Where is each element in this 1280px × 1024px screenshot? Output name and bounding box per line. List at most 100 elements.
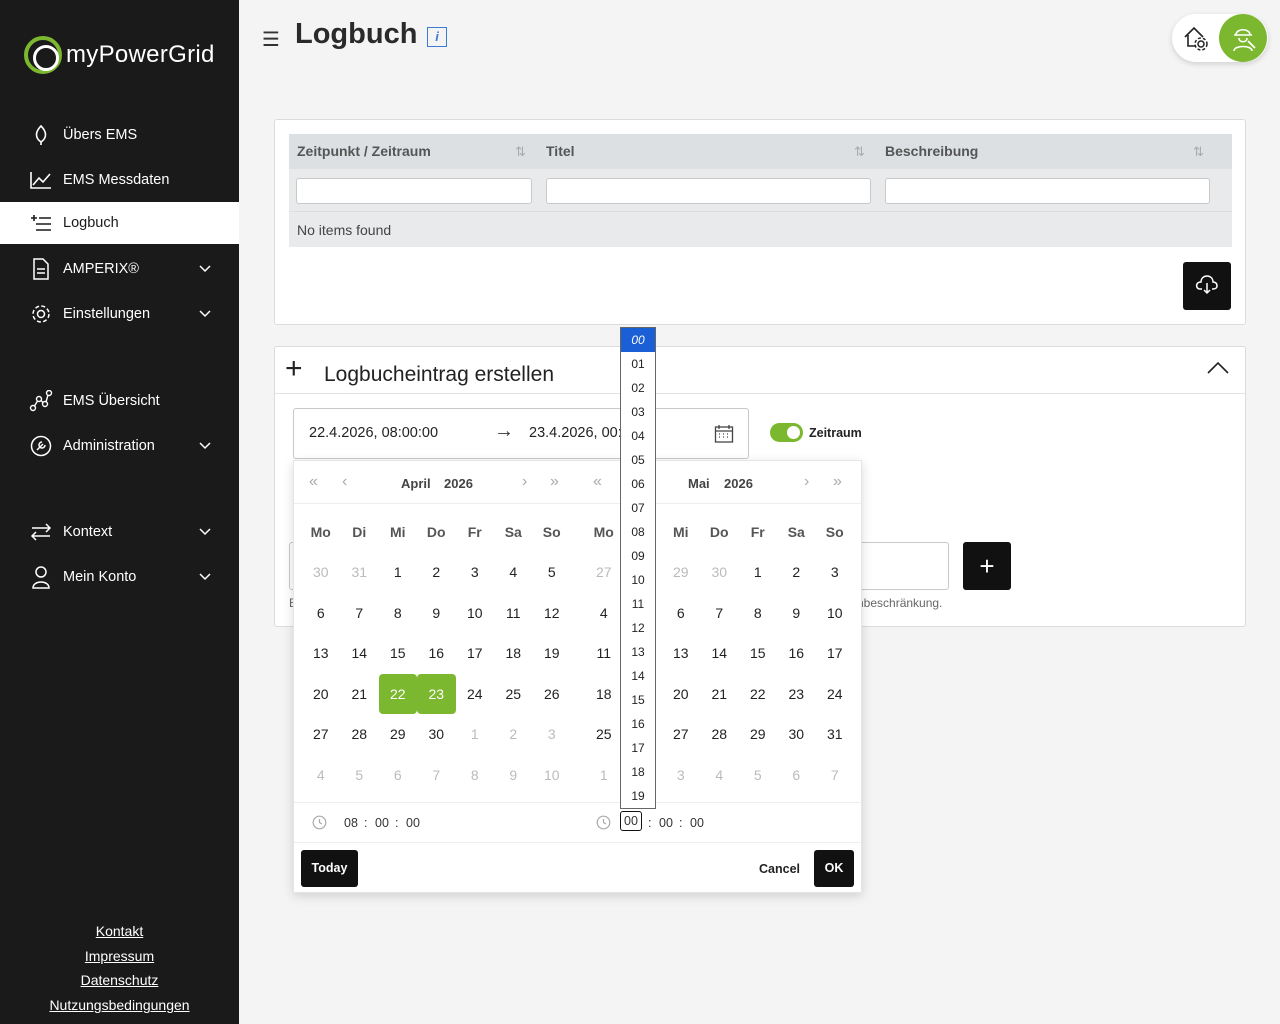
second-field[interactable]: 00: [690, 816, 704, 830]
calendar-day[interactable]: 27: [302, 714, 341, 754]
hamburger-menu-icon[interactable]: ☰: [262, 27, 280, 52]
calendar-day[interactable]: 25: [585, 714, 624, 754]
calendar-day-selected[interactable]: 23: [417, 673, 456, 714]
hour-dropdown[interactable]: 00 01 02 03 04 05 06 07 08 09 10 11 12 13 14 15 16 17 18 19: [620, 327, 656, 809]
calendar-day[interactable]: 20: [302, 674, 341, 714]
calendar-day[interactable]: 24: [456, 674, 495, 714]
calendar-day[interactable]: 7: [417, 755, 456, 795]
sidebar-item-einstellungen[interactable]: Einstellungen: [0, 293, 239, 335]
prev-year-button[interactable]: «: [593, 473, 602, 491]
hour-option[interactable]: 06: [621, 472, 655, 496]
calendar-day[interactable]: 9: [417, 593, 456, 633]
calendar-day[interactable]: 8: [739, 593, 778, 633]
calendar-day[interactable]: 4: [494, 552, 533, 592]
calendar-day[interactable]: 30: [417, 714, 456, 754]
hour-option[interactable]: 18: [621, 760, 655, 784]
sidebar-item-kontext[interactable]: Kontext: [0, 511, 239, 553]
hour-option[interactable]: 08: [621, 520, 655, 544]
chevron-down-icon[interactable]: [199, 438, 211, 454]
calendar-day[interactable]: 4: [585, 593, 624, 633]
hour-option[interactable]: 05: [621, 448, 655, 472]
calendar-day[interactable]: 29: [379, 714, 418, 754]
calendar-day[interactable]: 28: [340, 714, 379, 754]
today-button[interactable]: Today: [301, 850, 358, 887]
hour-option[interactable]: 07: [621, 496, 655, 520]
hour-option[interactable]: 09: [621, 544, 655, 568]
hour-field[interactable]: 00: [620, 811, 642, 831]
calendar-day[interactable]: 2: [777, 552, 816, 592]
create-entry-header[interactable]: + Logbucheintrag erstellen: [275, 347, 1245, 394]
calendar-day[interactable]: 21: [340, 674, 379, 714]
calendar-day[interactable]: 9: [777, 593, 816, 633]
calendar-day[interactable]: 3: [533, 714, 572, 754]
calendar-day[interactable]: 17: [456, 633, 495, 673]
calendar-day[interactable]: 21: [700, 674, 739, 714]
hour-option[interactable]: 13: [621, 640, 655, 664]
next-year-button[interactable]: »: [550, 473, 559, 491]
column-header-titel[interactable]: Titel: [538, 134, 575, 169]
calendar-day[interactable]: 11: [494, 593, 533, 633]
month-label[interactable]: Mai: [688, 476, 710, 491]
calendar-day[interactable]: 10: [533, 755, 572, 795]
chevron-down-icon[interactable]: [199, 524, 211, 540]
calendar-day[interactable]: 6: [379, 755, 418, 795]
calendar-day[interactable]: 1: [379, 552, 418, 592]
info-icon[interactable]: i: [427, 27, 447, 47]
calendar-day[interactable]: 10: [456, 593, 495, 633]
calendar-day[interactable]: 27: [585, 552, 624, 592]
prev-month-button[interactable]: ‹: [342, 473, 347, 491]
hour-option[interactable]: 14: [621, 664, 655, 688]
hour-option[interactable]: 16: [621, 712, 655, 736]
calendar-day[interactable]: 30: [777, 714, 816, 754]
hour-option[interactable]: 11: [621, 592, 655, 616]
calendar-day[interactable]: 26: [533, 674, 572, 714]
range-end-value[interactable]: 23.4.2026, 00:00:00: [529, 425, 625, 441]
calendar-day[interactable]: 14: [700, 633, 739, 673]
column-header-zeitpunkt[interactable]: Zeitpunkt / Zeitraum: [289, 134, 431, 169]
hour-option[interactable]: 02: [621, 376, 655, 400]
calendar-day[interactable]: 31: [816, 714, 855, 754]
calendar-day[interactable]: 4: [700, 755, 739, 795]
chevron-down-icon[interactable]: [199, 569, 211, 585]
ok-button[interactable]: OK: [814, 850, 854, 887]
link-datenschutz[interactable]: Datenschutz: [0, 969, 239, 994]
calendar-day[interactable]: 18: [494, 633, 533, 673]
sort-icon[interactable]: ⇅: [854, 134, 865, 169]
calendar-day[interactable]: 13: [302, 633, 341, 673]
calendar-day[interactable]: 10: [816, 593, 855, 633]
hour-option[interactable]: 15: [621, 688, 655, 712]
sidebar-item-uebers-ems[interactable]: Übers EMS: [0, 114, 239, 156]
calendar-day[interactable]: 15: [739, 633, 778, 673]
chevron-down-icon[interactable]: [199, 306, 211, 322]
calendar-day[interactable]: 3: [816, 552, 855, 592]
calendar-day[interactable]: 18: [585, 674, 624, 714]
chevron-up-icon[interactable]: [1207, 361, 1229, 380]
chevron-down-icon[interactable]: [199, 261, 211, 277]
home-settings-icon[interactable]: [1182, 24, 1210, 57]
sidebar-item-logbuch[interactable]: Logbuch: [0, 202, 239, 244]
sort-icon[interactable]: ⇅: [1193, 134, 1204, 169]
app-logo[interactable]: myPowerGrid: [24, 36, 215, 74]
account-switcher[interactable]: [1172, 14, 1268, 62]
hour-option[interactable]: 01: [621, 352, 655, 376]
date-range-input[interactable]: 22.4.2026, 08:00:00 → 23.4.2026, 00:00:0…: [293, 408, 749, 459]
filter-zeitpunkt-input[interactable]: [296, 178, 532, 204]
calendar-day[interactable]: 6: [777, 755, 816, 795]
sidebar-item-ems-uebersicht[interactable]: EMS Übersicht: [0, 380, 239, 422]
calendar-day[interactable]: 5: [739, 755, 778, 795]
calendar-day[interactable]: 16: [417, 633, 456, 673]
minute-field[interactable]: 00: [659, 816, 673, 830]
calendar-day[interactable]: 22: [739, 674, 778, 714]
cancel-button[interactable]: Cancel: [759, 862, 800, 876]
calendar-day[interactable]: 1: [739, 552, 778, 592]
year-label[interactable]: 2026: [444, 476, 473, 491]
minute-field[interactable]: 00: [375, 816, 389, 830]
calendar-day[interactable]: 29: [739, 714, 778, 754]
calendar-day[interactable]: 6: [302, 593, 341, 633]
next-month-button[interactable]: ›: [522, 473, 527, 491]
calendar-day[interactable]: 8: [379, 593, 418, 633]
calendar-day[interactable]: 1: [456, 714, 495, 754]
filter-beschreibung-input[interactable]: [885, 178, 1210, 204]
second-field[interactable]: 00: [406, 816, 420, 830]
calendar-day[interactable]: 6: [662, 593, 701, 633]
